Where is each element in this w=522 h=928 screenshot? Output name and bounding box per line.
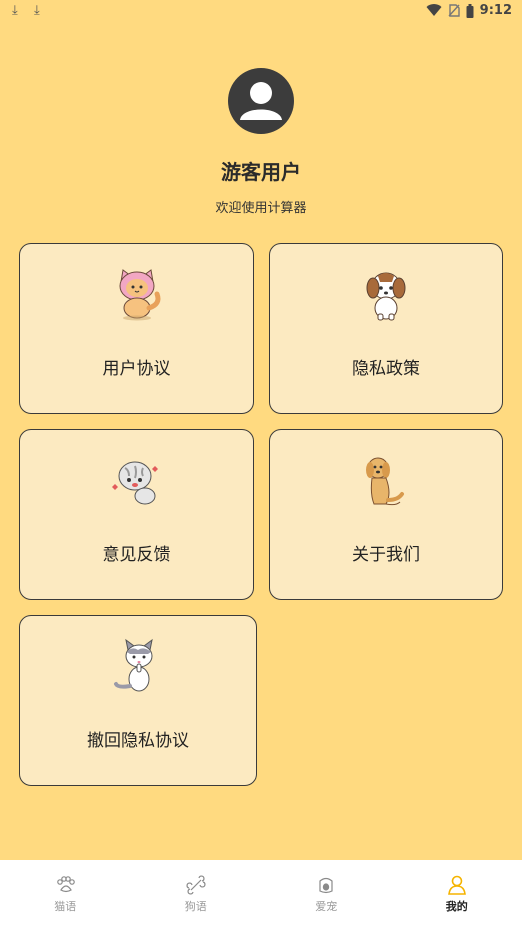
welcome-text: 欢迎使用计算器 [215, 201, 307, 216]
user-agreement-card[interactable]: 用户协议 [19, 243, 254, 414]
feedback-label: 意见反馈 [102, 545, 171, 565]
download-icon: ⤓ [34, 3, 40, 18]
no-sim-icon [448, 4, 460, 17]
username: 游客用户 [221, 160, 301, 184]
about-us-label: 关于我们 [352, 545, 420, 565]
bone-icon [186, 875, 206, 895]
revoke-privacy-card[interactable]: 撤回隐私协议 [19, 615, 257, 786]
status-bar: ⤓ ⤓ 9:12 [0, 0, 522, 24]
tab-cat-language[interactable]: 猫语 [0, 860, 131, 928]
scottish-fold-cat-icon [111, 461, 158, 505]
user-silhouette-icon [240, 82, 282, 120]
tab-mine[interactable]: 我的 [392, 860, 522, 928]
pet-bowl-icon [319, 877, 333, 894]
tab-label: 猫语 [54, 900, 77, 913]
feedback-card[interactable]: 意见反馈 [19, 429, 254, 600]
bottom-tab-bar: 猫语 狗语 爱宠 我的 [0, 860, 522, 928]
tab-pets[interactable]: 爱宠 [261, 860, 392, 928]
tab-label: 我的 [445, 900, 468, 913]
paw-icon [57, 876, 76, 893]
battery-icon [466, 3, 474, 18]
user-agreement-label: 用户协议 [102, 359, 171, 379]
download-icon: ⤓ [12, 3, 18, 18]
tab-label: 爱宠 [315, 900, 338, 913]
revoke-privacy-label: 撤回隐私协议 [87, 731, 189, 751]
pink-hood-cat-icon [119, 269, 160, 321]
avatar[interactable] [228, 68, 294, 134]
privacy-policy-card[interactable]: 隐私政策 [269, 243, 503, 414]
user-icon [447, 875, 466, 895]
tab-label: 狗语 [184, 900, 207, 913]
clock: 9:12 [479, 3, 512, 18]
tab-dog-language[interactable]: 狗语 [131, 860, 262, 928]
about-us-card[interactable]: 关于我们 [269, 429, 503, 600]
grey-white-cat-icon [114, 638, 153, 692]
shihtzu-dog-icon [366, 272, 406, 321]
golden-retriever-icon [366, 457, 404, 506]
wifi-icon [426, 4, 442, 17]
privacy-policy-label: 隐私政策 [352, 359, 420, 379]
